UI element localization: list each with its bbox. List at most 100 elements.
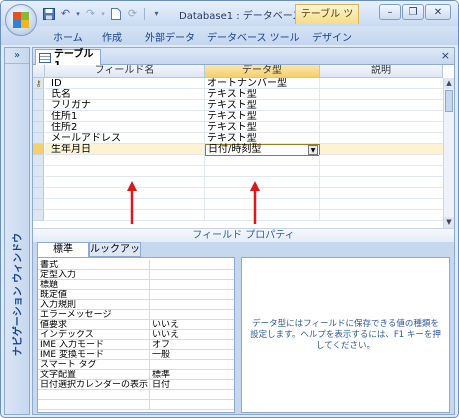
property-row[interactable]: 既定値 xyxy=(38,290,234,300)
customize-qat-icon[interactable]: ▾ xyxy=(149,6,164,21)
field-name-cell[interactable] xyxy=(45,166,205,177)
row-selector[interactable] xyxy=(33,133,44,144)
table-row[interactable] xyxy=(33,210,443,221)
data-type-cell[interactable] xyxy=(205,188,320,199)
row-selector[interactable] xyxy=(33,89,44,100)
property-value[interactable]: いいえ xyxy=(150,320,234,330)
field-name-cell[interactable]: 住所2 xyxy=(45,122,205,133)
description-cell[interactable] xyxy=(320,89,443,100)
scroll-down-icon[interactable]: ▼ xyxy=(444,217,454,228)
tab-external-data[interactable]: 外部データ xyxy=(145,29,195,44)
field-name-cell[interactable] xyxy=(45,177,205,188)
field-name-cell[interactable]: ID xyxy=(45,78,205,89)
description-cell[interactable] xyxy=(320,166,443,177)
property-value[interactable] xyxy=(150,260,234,270)
property-row[interactable]: 値要求 いいえ xyxy=(38,320,234,330)
scroll-up-icon[interactable]: ▲ xyxy=(444,78,454,89)
row-selector[interactable] xyxy=(33,177,44,188)
description-cell[interactable] xyxy=(320,111,443,122)
row-selector[interactable] xyxy=(33,111,44,122)
data-type-cell[interactable]: テキスト型 xyxy=(205,100,320,111)
field-name-cell[interactable] xyxy=(45,210,205,221)
data-type-cell[interactable] xyxy=(205,155,320,166)
table-row[interactable]: 生年月日 日付/時刻型 ▼ xyxy=(33,144,443,156)
property-value[interactable] xyxy=(150,280,234,290)
close-button[interactable]: ✕ xyxy=(425,4,451,20)
table-row[interactable] xyxy=(33,177,443,188)
field-name-cell[interactable] xyxy=(45,155,205,166)
description-cell[interactable] xyxy=(320,133,443,144)
field-name-cell[interactable]: 生年月日 xyxy=(45,144,205,155)
table-row[interactable]: フリガナ テキスト型 xyxy=(33,100,443,111)
description-cell[interactable] xyxy=(320,78,443,89)
property-value[interactable]: いいえ xyxy=(150,330,234,340)
property-value[interactable]: 標準 xyxy=(150,370,234,380)
grid-scrollbar[interactable]: ▲ ▼ xyxy=(443,78,454,228)
data-type-cell[interactable]: オートナンバー型 xyxy=(205,78,320,89)
table-row[interactable] xyxy=(33,188,443,199)
property-row[interactable]: 書式 xyxy=(38,260,234,270)
property-value[interactable]: 日付 xyxy=(150,380,234,390)
property-value[interactable] xyxy=(150,270,234,280)
undo-icon[interactable]: ↶ xyxy=(58,6,73,21)
row-selector[interactable] xyxy=(33,155,44,166)
property-value[interactable]: オフ xyxy=(150,340,234,350)
table-row[interactable]: ⚷ ID オートナンバー型 xyxy=(33,78,443,89)
data-type-cell[interactable] xyxy=(205,199,320,210)
table-row[interactable]: 住所1 テキスト型 xyxy=(33,111,443,122)
data-type-cell[interactable]: テキスト型 xyxy=(205,133,320,144)
property-value[interactable] xyxy=(150,300,234,310)
nav-pane-label-wrap[interactable]: ナビゲーション ウィンドウ xyxy=(1,224,33,364)
property-row[interactable]: IME 入力モード オフ xyxy=(38,340,234,350)
tab-create[interactable]: 作成 xyxy=(102,29,122,44)
description-cell[interactable] xyxy=(320,100,443,111)
table-row[interactable] xyxy=(33,199,443,210)
description-cell[interactable] xyxy=(320,199,443,210)
table-row[interactable]: 住所2 テキスト型 xyxy=(33,122,443,133)
table-row[interactable] xyxy=(33,166,443,177)
restore-button[interactable]: ❐ xyxy=(402,4,424,20)
data-type-cell[interactable]: テキスト型 xyxy=(205,111,320,122)
field-name-cell[interactable]: 住所1 xyxy=(45,111,205,122)
property-row[interactable]: 入力規則 xyxy=(38,300,234,310)
property-row[interactable]: 文字配置 標準 xyxy=(38,370,234,380)
description-cell[interactable] xyxy=(320,155,443,166)
field-name-cell[interactable]: メールアドレス xyxy=(45,133,205,144)
scroll-thumb[interactable] xyxy=(445,90,453,112)
document-tab[interactable]: テーブル1 xyxy=(35,49,101,71)
property-row[interactable]: 日付選択カレンダーの表示 日付 xyxy=(38,380,234,390)
header-data-type[interactable]: データ型 xyxy=(205,65,320,78)
property-value[interactable] xyxy=(150,310,234,320)
row-selector[interactable] xyxy=(33,122,44,133)
field-name-cell[interactable]: 氏名 xyxy=(45,89,205,100)
row-selector[interactable]: ⚷ xyxy=(33,78,44,89)
data-type-cell[interactable]: テキスト型 xyxy=(205,89,320,100)
table-row[interactable] xyxy=(33,155,443,166)
property-row[interactable]: エラーメッセージ xyxy=(38,310,234,320)
field-name-cell[interactable] xyxy=(45,188,205,199)
description-cell[interactable] xyxy=(320,122,443,133)
row-selector[interactable] xyxy=(33,210,44,221)
expand-nav-icon[interactable]: » xyxy=(5,48,29,64)
close-document-icon[interactable]: × xyxy=(441,49,450,62)
header-description[interactable]: 説明 xyxy=(320,65,443,78)
office-button[interactable] xyxy=(5,4,37,36)
property-row[interactable]: スマート タグ xyxy=(38,360,234,370)
property-row[interactable]: IME 変換モード 一般 xyxy=(38,350,234,360)
row-selector[interactable] xyxy=(33,199,44,210)
property-row[interactable]: 標題 xyxy=(38,280,234,290)
tab-design[interactable]: デザイン xyxy=(312,29,352,44)
field-name-cell[interactable] xyxy=(45,199,205,210)
property-value[interactable] xyxy=(150,290,234,300)
data-type-cell[interactable] xyxy=(205,166,320,177)
data-type-cell[interactable] xyxy=(205,177,320,188)
property-value[interactable] xyxy=(150,360,234,370)
select-all-corner[interactable] xyxy=(33,65,45,78)
property-row[interactable] xyxy=(38,390,234,400)
description-cell[interactable] xyxy=(320,144,443,155)
save-icon[interactable] xyxy=(41,6,56,21)
description-cell[interactable] xyxy=(320,210,443,221)
tab-lookup[interactable]: ルックアップ xyxy=(89,242,141,269)
new-document-icon[interactable] xyxy=(108,6,123,21)
redo-dropdown-icon[interactable]: ▾ xyxy=(100,6,106,21)
